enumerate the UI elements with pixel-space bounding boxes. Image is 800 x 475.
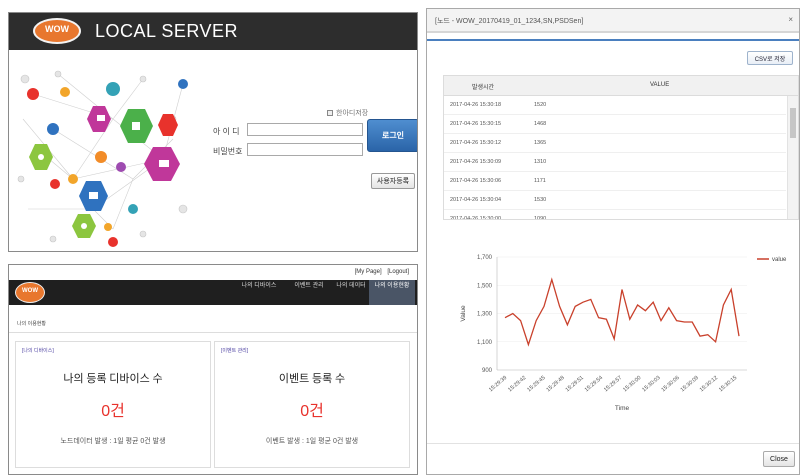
iot-network-illustration bbox=[17, 70, 188, 247]
wow-logo-text: WOW bbox=[45, 24, 69, 34]
table-scrollbar[interactable] bbox=[787, 96, 798, 219]
x-tick-label: 15:30:15 bbox=[718, 375, 738, 393]
cell-time: 2017-04-26 15:30:04 bbox=[450, 197, 502, 203]
main-nav: WOW 나의 디바이스 이벤트 관리 나의 데이터 나의 이용현황 bbox=[9, 280, 417, 305]
cell-time: 2017-04-26 15:30:00 bbox=[450, 216, 502, 220]
nav-my-data[interactable]: 나의 데이터 bbox=[329, 280, 373, 305]
table-row[interactable]: 2017-04-26 15:30:09 1310 bbox=[444, 153, 786, 172]
save-csv-button[interactable]: CSV로 저장 bbox=[747, 51, 793, 65]
nav-event-management[interactable]: 이벤트 관리 bbox=[287, 280, 331, 305]
table-row[interactable]: 2017-04-26 15:30:04 1530 bbox=[444, 191, 786, 210]
y-tick-label: 900 bbox=[482, 368, 493, 374]
table-row[interactable]: 2017-04-26 15:30:00 1090 bbox=[444, 210, 786, 220]
card-tag[interactable]: [나의 디바이스] bbox=[22, 347, 54, 354]
password-label: 비밀번호 bbox=[213, 147, 243, 156]
x-tick-label: 15:30:09 bbox=[680, 375, 700, 393]
y-axis-label: Value bbox=[460, 305, 467, 322]
x-tick-label: 15:29:57 bbox=[603, 375, 623, 393]
id-input[interactable] bbox=[247, 123, 363, 136]
cell-time: 2017-04-26 15:30:09 bbox=[450, 159, 502, 165]
table-row[interactable]: 2017-04-26 15:30:12 1365 bbox=[444, 134, 786, 153]
login-form: 한아디저장 아 이 디 비밀번호 로그인 사용자등록 bbox=[199, 105, 417, 195]
x-tick-label: 15:30:00 bbox=[622, 375, 642, 393]
cell-value: 1365 bbox=[534, 140, 547, 146]
card-footnote: 노드데이터 발생 : 1일 평균 0건 발생 bbox=[60, 438, 166, 445]
page-title: 나의 이용현황 bbox=[17, 321, 46, 327]
event-count-card: [이벤트 관리] 이벤트 등록 수 0건 이벤트 발생 : 1일 평균 0건 발… bbox=[214, 341, 410, 468]
cell-value: 1520 bbox=[534, 102, 547, 108]
series-line-value bbox=[504, 277, 740, 347]
accent-line bbox=[427, 39, 799, 41]
column-header-time[interactable]: 발생시간 bbox=[472, 82, 494, 91]
x-tick-label: 15:30:12 bbox=[699, 375, 719, 393]
login-button[interactable]: 로그인 bbox=[367, 119, 417, 152]
legend-label: value bbox=[772, 257, 787, 263]
popup-title-bar[interactable]: [노드 - WOW_20170419_01_1234,SN,PSDSen] × bbox=[427, 9, 799, 33]
x-tick-label: 15:30:06 bbox=[661, 375, 681, 393]
cell-value: 1171 bbox=[534, 178, 546, 184]
id-label: 아 이 디 bbox=[213, 127, 240, 136]
login-window: WOW LOCAL SERVER 한아디저장 아 이 디 비밀번호 로그인 사용… bbox=[8, 12, 418, 252]
cell-time: 2017-04-26 15:30:15 bbox=[450, 121, 502, 127]
cell-time: 2017-04-26 15:30:12 bbox=[450, 140, 502, 146]
table-row[interactable]: 2017-04-26 15:30:15 1468 bbox=[444, 115, 786, 134]
wow-logo[interactable]: WOW bbox=[15, 282, 45, 303]
login-title: LOCAL SERVER bbox=[95, 21, 239, 41]
column-header-value[interactable]: VALUE bbox=[650, 82, 669, 88]
wow-logo-text: WOW bbox=[22, 288, 38, 294]
nav-my-devices[interactable]: 나의 디바이스 bbox=[237, 280, 281, 305]
card-tag[interactable]: [이벤트 관리] bbox=[221, 347, 248, 354]
y-tick-label: 1,100 bbox=[477, 340, 493, 346]
wow-logo: WOW bbox=[33, 18, 81, 44]
x-tick-label: 15:30:03 bbox=[641, 375, 661, 393]
nav-my-usage[interactable]: 나의 이용현황 bbox=[369, 280, 415, 305]
divider bbox=[9, 332, 417, 333]
divider bbox=[427, 443, 799, 444]
remember-id-checkbox[interactable]: 한아디저장 bbox=[327, 108, 368, 118]
cell-time: 2017-04-26 15:30:06 bbox=[450, 178, 502, 184]
y-tick-label: 1,700 bbox=[477, 255, 493, 261]
x-tick-label: 15:29:51 bbox=[565, 375, 585, 393]
x-tick-label: 15:29:45 bbox=[526, 375, 546, 393]
close-icon[interactable]: × bbox=[788, 15, 793, 24]
y-tick-label: 1,300 bbox=[477, 312, 493, 318]
table-row[interactable]: 2017-04-26 15:30:06 1171 bbox=[444, 172, 786, 191]
y-tick-label: 1,500 bbox=[477, 283, 493, 289]
card-count: 0건 bbox=[101, 403, 125, 420]
cell-value: 1090 bbox=[534, 216, 547, 220]
cell-value: 1530 bbox=[534, 197, 547, 203]
card-count: 0건 bbox=[300, 403, 324, 420]
table-row[interactable]: 2017-04-26 15:30:18 1520 bbox=[444, 96, 786, 115]
x-tick-label: 15:29:48 bbox=[546, 375, 566, 393]
cell-value: 1310 bbox=[534, 159, 547, 165]
card-title: 나의 등록 디바이스 수 bbox=[63, 373, 163, 385]
logout-link[interactable]: [Logout] bbox=[387, 269, 409, 275]
x-tick-label: 15:29:39 bbox=[488, 375, 508, 393]
register-user-button[interactable]: 사용자등록 bbox=[371, 173, 415, 189]
close-button[interactable]: Close bbox=[763, 451, 795, 467]
value-line-chart: 9001,1001,3001,5001,70015:29:3915:29:421… bbox=[460, 255, 787, 412]
cell-time: 2017-04-26 15:30:18 bbox=[450, 102, 502, 108]
x-tick-label: 15:29:54 bbox=[584, 375, 604, 393]
checkbox-box[interactable] bbox=[327, 110, 333, 116]
dashboard-window: [My Page] [Logout] WOW 나의 디바이스 이벤트 관리 나의… bbox=[8, 264, 418, 475]
popup-title: [노드 - WOW_20170419_01_1234,SN,PSDSen] bbox=[435, 18, 584, 25]
device-count-card: [나의 디바이스] 나의 등록 디바이스 수 0건 노드데이터 발생 : 1일 … bbox=[15, 341, 211, 468]
remember-id-label: 한아디저장 bbox=[336, 110, 369, 117]
password-input[interactable] bbox=[247, 143, 363, 156]
cell-value: 1468 bbox=[534, 121, 547, 127]
node-data-popup: [노드 - WOW_20170419_01_1234,SN,PSDSen] × … bbox=[426, 8, 800, 475]
table-header: 발생시간 VALUE bbox=[444, 76, 798, 96]
login-header: WOW LOCAL SERVER bbox=[9, 13, 417, 50]
x-axis-label: Time bbox=[615, 405, 630, 412]
scrollbar-thumb[interactable] bbox=[790, 108, 796, 138]
x-tick-label: 15:29:42 bbox=[507, 375, 527, 393]
card-footnote: 이벤트 발생 : 1일 평균 0건 발생 bbox=[265, 438, 359, 445]
card-title: 이벤트 등록 수 bbox=[278, 373, 346, 385]
my-page-link[interactable]: [My Page] bbox=[355, 269, 382, 275]
data-table: 발생시간 VALUE 2017-04-26 15:30:18 1520 2017-0… bbox=[443, 75, 799, 220]
top-links: [My Page] [Logout] bbox=[351, 269, 409, 275]
